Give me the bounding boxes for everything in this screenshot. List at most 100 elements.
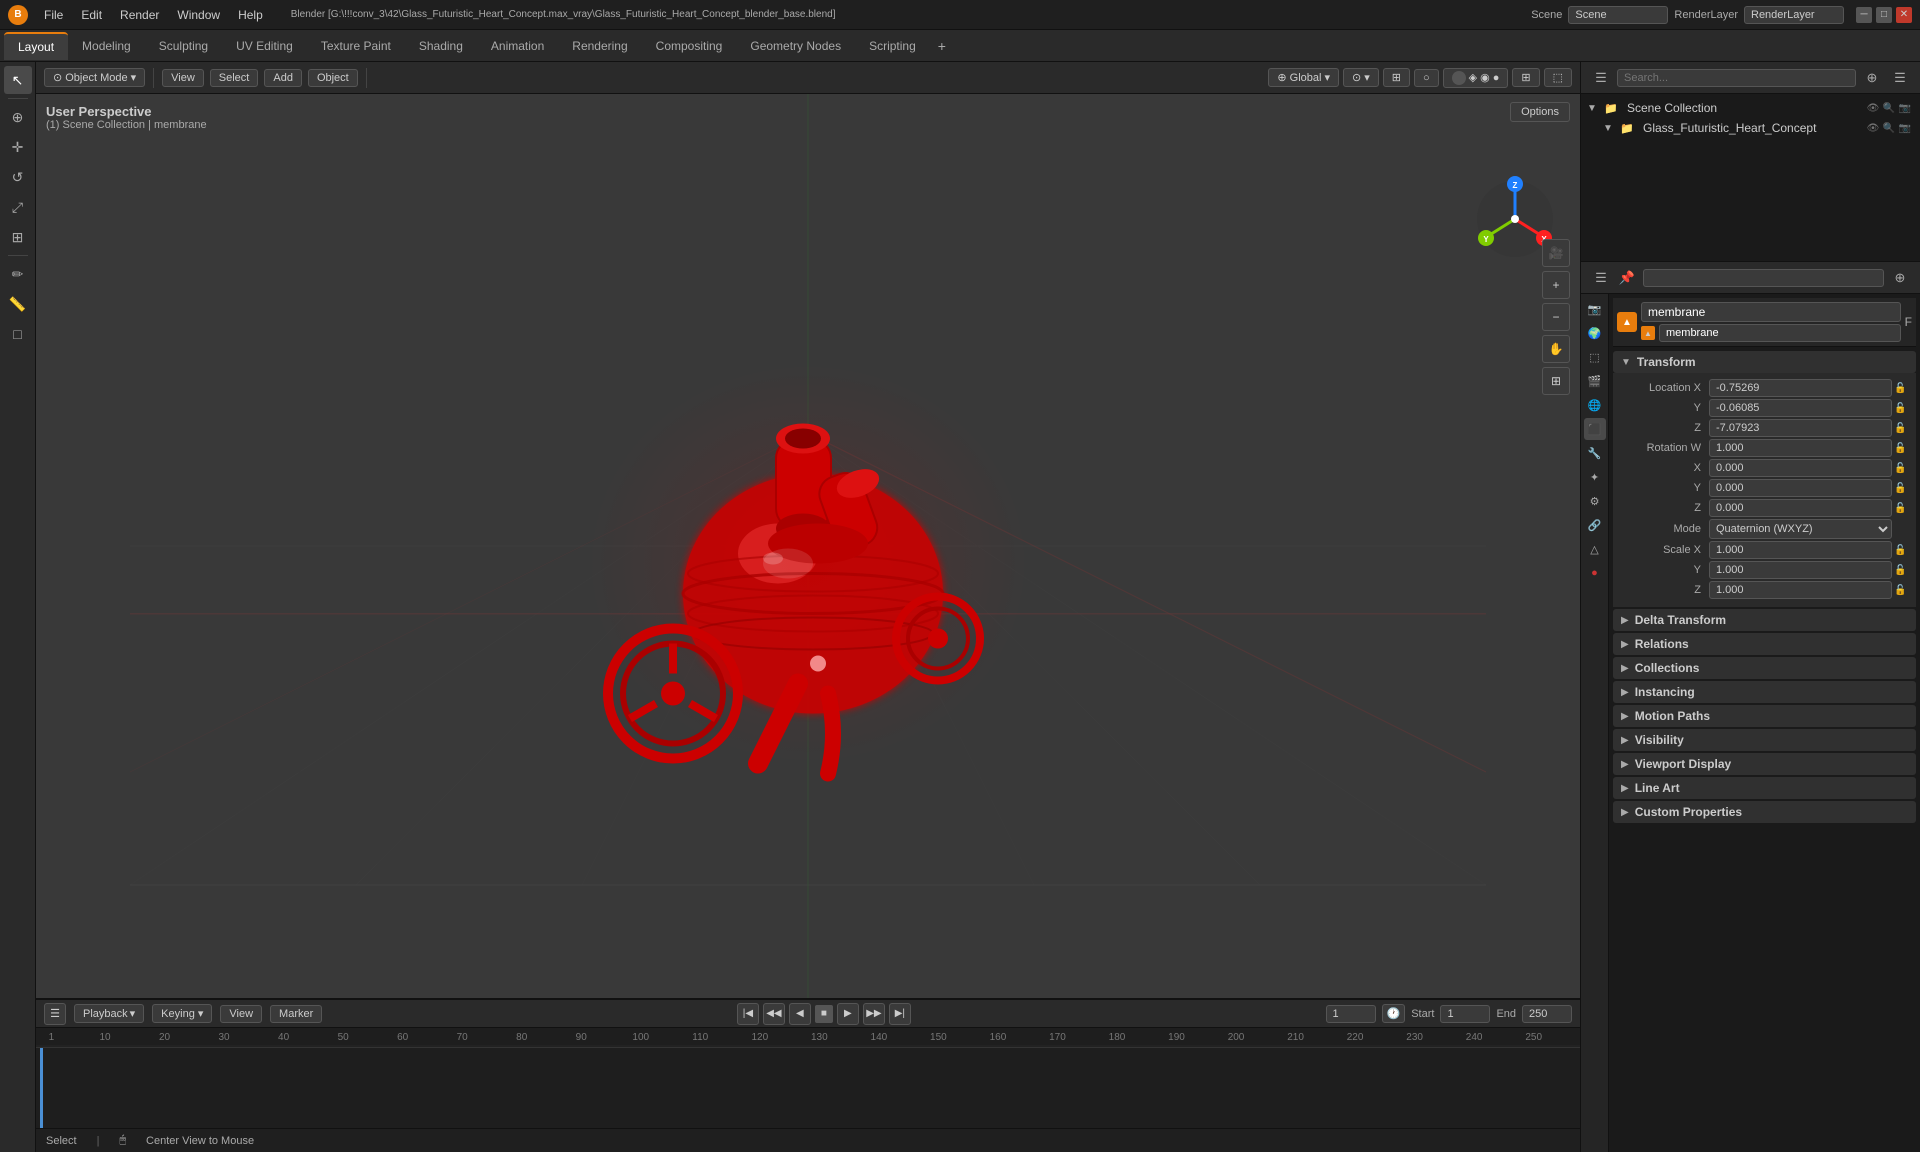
tab-shading[interactable]: Shading bbox=[405, 32, 477, 60]
props-menu-icon[interactable]: ☰ bbox=[1589, 266, 1613, 290]
pivot-dropdown[interactable]: ⊙ ▾ bbox=[1343, 68, 1379, 87]
scale-x-lock[interactable]: 🔓 bbox=[1894, 545, 1908, 556]
minimize-button[interactable]: ─ bbox=[1856, 7, 1872, 23]
line-art-section[interactable]: ▶ Line Art bbox=[1613, 777, 1916, 799]
outliner-filter-icon[interactable]: ⊕ bbox=[1860, 66, 1884, 90]
heart-collection-expand[interactable]: ▼ bbox=[1601, 121, 1615, 135]
tool-rotate[interactable]: ↺ bbox=[4, 163, 32, 191]
global-dropdown[interactable]: ⊕ Global ▾ bbox=[1268, 68, 1339, 87]
props-pin-icon[interactable]: 📌 bbox=[1615, 266, 1639, 290]
tl-current-frame[interactable] bbox=[1326, 1005, 1376, 1023]
add-menu[interactable]: Add bbox=[264, 69, 302, 87]
delta-transform-section[interactable]: ▶ Delta Transform bbox=[1613, 609, 1916, 631]
rotation-mode-select[interactable]: Quaternion (WXYZ) XYZ Euler Axis Angle bbox=[1709, 519, 1892, 539]
view-menu[interactable]: View bbox=[162, 69, 204, 87]
tl-play-back-btn[interactable]: ◀ bbox=[789, 1003, 811, 1025]
close-button[interactable]: ✕ bbox=[1896, 7, 1912, 23]
relations-section[interactable]: ▶ Relations bbox=[1613, 633, 1916, 655]
tool-select[interactable]: ↖ bbox=[4, 66, 32, 94]
tl-end-frame[interactable] bbox=[1522, 1005, 1572, 1023]
hc-render-icon[interactable]: 📷 bbox=[1898, 121, 1912, 135]
tool-annotate[interactable]: ✏ bbox=[4, 260, 32, 288]
menu-render[interactable]: Render bbox=[112, 6, 167, 24]
menu-help[interactable]: Help bbox=[230, 6, 271, 24]
tab-uv-editing[interactable]: UV Editing bbox=[222, 32, 307, 60]
pan-button[interactable]: ✋ bbox=[1542, 335, 1570, 363]
shading-options[interactable]: ◈ ◉ ● bbox=[1443, 68, 1509, 88]
tool-transform[interactable]: ⊞ bbox=[4, 223, 32, 251]
tool-move[interactable]: ✛ bbox=[4, 133, 32, 161]
object-menu[interactable]: Object bbox=[308, 69, 358, 87]
maximize-button[interactable]: □ bbox=[1876, 7, 1892, 23]
hc-restrict-icon[interactable]: 🔍 bbox=[1882, 121, 1896, 135]
props-material-icon[interactable]: ● bbox=[1584, 562, 1606, 584]
menu-file[interactable]: File bbox=[36, 6, 71, 24]
location-y-lock[interactable]: 🔓 bbox=[1894, 403, 1908, 414]
outliner-scene-collection[interactable]: ▼ 📁 Scene Collection 👁 🔍 📷 bbox=[1581, 98, 1920, 118]
tl-view-btn[interactable]: View bbox=[220, 1005, 262, 1023]
tl-jump-end-btn[interactable]: ▶| bbox=[889, 1003, 911, 1025]
props-data-icon[interactable]: △ bbox=[1584, 538, 1606, 560]
scene-dropdown[interactable]: Scene bbox=[1568, 6, 1668, 24]
tab-geometry-nodes[interactable]: Geometry Nodes bbox=[736, 32, 855, 60]
camera-button[interactable]: 🎥 bbox=[1542, 239, 1570, 267]
rotation-w-lock[interactable]: 🔓 bbox=[1894, 443, 1908, 454]
tool-cursor[interactable]: ⊕ bbox=[4, 103, 32, 131]
tab-layout[interactable]: Layout bbox=[4, 32, 68, 60]
tl-start-frame[interactable] bbox=[1440, 1005, 1490, 1023]
tab-scripting[interactable]: Scripting bbox=[855, 32, 930, 60]
tl-step-back-btn[interactable]: ◀◀ bbox=[763, 1003, 785, 1025]
outliner-view-icon[interactable]: ☰ bbox=[1888, 66, 1912, 90]
options-button[interactable]: Options bbox=[1510, 102, 1570, 122]
outliner-heart-collection[interactable]: ▼ 📁 Glass_Futuristic_Heart_Concept 👁 🔍 📷 bbox=[1581, 118, 1920, 138]
outliner-menu-icon[interactable]: ☰ bbox=[1589, 66, 1613, 90]
tab-animation[interactable]: Animation bbox=[477, 32, 558, 60]
tool-scale[interactable]: ⤢ bbox=[4, 193, 32, 221]
rotation-z-input[interactable] bbox=[1709, 499, 1892, 517]
menu-window[interactable]: Window bbox=[169, 6, 228, 24]
tl-step-fwd-btn[interactable]: ▶▶ bbox=[863, 1003, 885, 1025]
menu-edit[interactable]: Edit bbox=[73, 6, 110, 24]
overlay-toggle[interactable]: ⊞ bbox=[1512, 68, 1539, 87]
rotation-z-lock[interactable]: 🔓 bbox=[1894, 503, 1908, 514]
snapping-toggle[interactable]: ⊞ bbox=[1383, 68, 1410, 87]
rotation-x-input[interactable] bbox=[1709, 459, 1892, 477]
sc-visibility-icon[interactable]: 👁 bbox=[1866, 101, 1880, 115]
timeline-menu-icon[interactable]: ☰ bbox=[44, 1003, 66, 1025]
location-x-lock[interactable]: 🔓 bbox=[1894, 383, 1908, 394]
obj-fake-user-toggle[interactable]: F bbox=[1905, 315, 1912, 329]
custom-properties-section[interactable]: ▶ Custom Properties bbox=[1613, 801, 1916, 823]
props-scene-icon[interactable]: 🎬 bbox=[1584, 370, 1606, 392]
timeline-playhead[interactable] bbox=[41, 1048, 43, 1128]
flymode-button[interactable]: ⊞ bbox=[1542, 367, 1570, 395]
tool-add[interactable]: □ bbox=[4, 320, 32, 348]
tab-compositing[interactable]: Compositing bbox=[642, 32, 737, 60]
visibility-section[interactable]: ▶ Visibility bbox=[1613, 729, 1916, 751]
location-z-input[interactable] bbox=[1709, 419, 1892, 437]
rotation-y-input[interactable] bbox=[1709, 479, 1892, 497]
zoom-out-button[interactable]: − bbox=[1542, 303, 1570, 331]
tab-sculpting[interactable]: Sculpting bbox=[145, 32, 222, 60]
scale-z-input[interactable] bbox=[1709, 581, 1892, 599]
hc-visibility-icon[interactable]: 👁 bbox=[1866, 121, 1880, 135]
props-constraints-icon[interactable]: 🔗 bbox=[1584, 514, 1606, 536]
scale-y-input[interactable] bbox=[1709, 561, 1892, 579]
props-render-icon[interactable]: 📷 bbox=[1584, 298, 1606, 320]
tool-measure[interactable]: 📏 bbox=[4, 290, 32, 318]
props-particles-icon[interactable]: ✦ bbox=[1584, 466, 1606, 488]
tl-keying-btn[interactable]: Keying ▾ bbox=[152, 1004, 212, 1023]
props-physics-icon[interactable]: ⚙ bbox=[1584, 490, 1606, 512]
rotation-w-input[interactable] bbox=[1709, 439, 1892, 457]
transform-section-header[interactable]: ▼ Transform bbox=[1613, 351, 1916, 373]
scale-y-lock[interactable]: 🔓 bbox=[1894, 565, 1908, 576]
mode-selector[interactable]: ⊙ Object Mode ▾ bbox=[44, 68, 145, 87]
zoom-in-button[interactable]: + bbox=[1542, 271, 1570, 299]
timeline-content[interactable] bbox=[36, 1048, 1580, 1128]
render-layer-dropdown[interactable]: RenderLayer bbox=[1744, 6, 1844, 24]
add-workspace-button[interactable]: + bbox=[930, 34, 954, 58]
props-filter-icon[interactable]: ⊕ bbox=[1888, 266, 1912, 290]
tab-rendering[interactable]: Rendering bbox=[558, 32, 641, 60]
sc-render-icon[interactable]: 📷 bbox=[1898, 101, 1912, 115]
tl-playback-btn[interactable]: Playback ▾ bbox=[74, 1004, 144, 1023]
props-world-icon[interactable]: 🌐 bbox=[1584, 394, 1606, 416]
